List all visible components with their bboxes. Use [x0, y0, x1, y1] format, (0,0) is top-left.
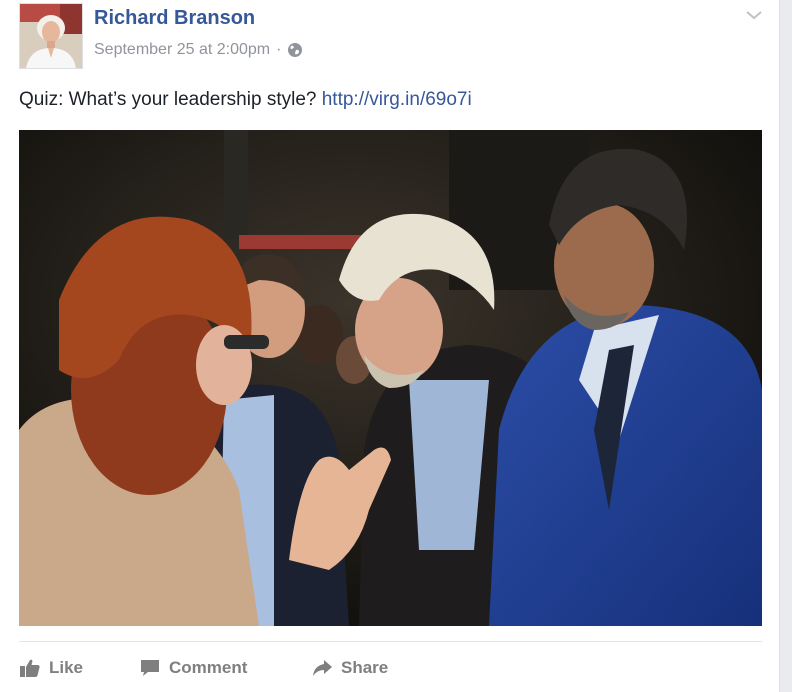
chevron-down-icon[interactable]	[745, 8, 763, 22]
like-button[interactable]: Like	[19, 658, 139, 678]
post-photo[interactable]	[19, 130, 762, 626]
post-text: Quiz: What’s your leadership style? http…	[19, 89, 472, 111]
facebook-post: Richard Branson September 25 at 2:00pm ·…	[0, 0, 779, 692]
post-actions: Like Comment Share	[19, 655, 388, 681]
comment-icon	[139, 658, 161, 678]
post-link[interactable]: http://virg.in/69o7i	[322, 89, 472, 110]
scrollbar-track[interactable]	[779, 0, 792, 692]
share-button[interactable]: Share	[311, 658, 388, 678]
globe-icon[interactable]	[287, 42, 303, 58]
avatar[interactable]	[19, 3, 83, 69]
meta-separator: ·	[276, 41, 282, 58]
comment-button[interactable]: Comment	[139, 658, 311, 678]
share-label: Share	[341, 658, 389, 677]
post-meta: September 25 at 2:00pm ·	[94, 41, 303, 59]
share-arrow-icon	[311, 658, 333, 678]
actions-divider	[19, 641, 762, 642]
author-name-link[interactable]: Richard Branson	[94, 7, 255, 30]
post-text-content: Quiz: What’s your leadership style?	[19, 89, 317, 110]
thumbs-up-icon	[19, 658, 41, 678]
comment-label: Comment	[169, 658, 248, 677]
timestamp-link[interactable]: September 25 at 2:00pm	[94, 41, 270, 59]
like-label: Like	[49, 658, 84, 677]
